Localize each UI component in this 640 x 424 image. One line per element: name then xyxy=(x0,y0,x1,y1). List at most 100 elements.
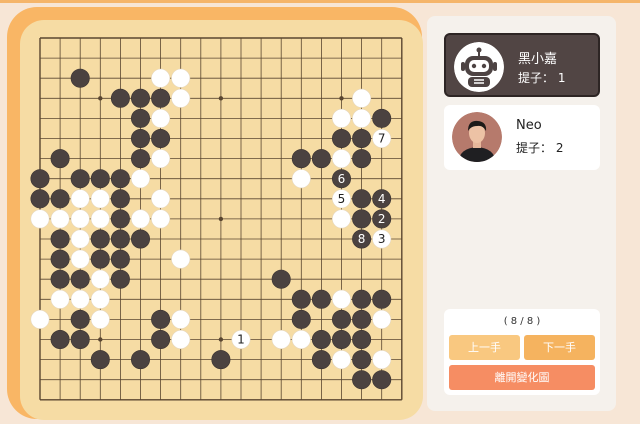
black-stone xyxy=(70,309,90,329)
black-stone xyxy=(211,350,231,370)
star-point xyxy=(339,96,344,101)
captures-white: 提子： 2 xyxy=(516,139,563,156)
black-stone xyxy=(291,289,311,309)
black-stone xyxy=(50,229,70,249)
white-stone xyxy=(131,169,151,189)
move-number-label: 1 xyxy=(237,333,245,347)
black-stone xyxy=(131,350,151,370)
move-number-label: 8 xyxy=(358,232,366,246)
black-stone xyxy=(50,269,70,289)
player-card-white: Neo 提子： 2 xyxy=(444,105,600,170)
black-stone xyxy=(131,88,151,108)
black-stone xyxy=(70,169,90,189)
go-board[interactable]: 7 6 5 4 283 1 xyxy=(20,20,423,420)
black-stone xyxy=(131,149,151,169)
star-point xyxy=(218,337,224,342)
black-stone xyxy=(352,309,372,329)
white-stone xyxy=(372,309,392,329)
black-stone xyxy=(151,329,171,349)
black-stone xyxy=(90,229,110,249)
white-stone xyxy=(90,289,110,309)
black-stone xyxy=(110,189,130,209)
black-stone xyxy=(110,269,130,289)
variation-controls: ( 8 / 8 ) 上一手 下一手 離開變化圖 xyxy=(444,309,600,395)
white-stone xyxy=(372,350,392,370)
captures-value-white: 2 xyxy=(555,141,564,155)
black-stone xyxy=(50,329,70,349)
white-stone xyxy=(70,289,90,309)
black-stone xyxy=(352,129,372,149)
white-stone xyxy=(291,169,311,189)
black-stone xyxy=(352,189,372,209)
white-stone xyxy=(90,309,110,329)
black-stone xyxy=(271,269,291,289)
black-stone xyxy=(70,269,90,289)
white-stone xyxy=(352,108,372,128)
black-stone xyxy=(352,209,372,229)
black-stone xyxy=(50,249,70,269)
white-stone xyxy=(30,209,50,229)
black-stone xyxy=(70,329,90,349)
black-stone xyxy=(311,149,331,169)
black-stone xyxy=(110,209,130,229)
black-stone xyxy=(110,229,130,249)
white-stone xyxy=(331,209,351,229)
white-stone xyxy=(171,329,191,349)
captures-label-white: 提子： xyxy=(516,141,553,155)
white-stone xyxy=(70,209,90,229)
white-stone xyxy=(90,189,110,209)
player-name-black: 黑小嘉 xyxy=(518,52,558,67)
black-stone xyxy=(331,129,351,149)
black-stone xyxy=(291,149,311,169)
black-stone xyxy=(311,329,331,349)
black-stone xyxy=(352,370,372,390)
white-stone xyxy=(50,209,70,229)
player-name-white: Neo xyxy=(516,118,542,133)
leave-variation-button[interactable]: 離開變化圖 xyxy=(449,365,595,390)
white-stone xyxy=(331,108,351,128)
white-stone xyxy=(331,149,351,169)
black-stone xyxy=(331,309,351,329)
white-stone xyxy=(50,289,70,309)
black-stone xyxy=(311,289,331,309)
white-stone xyxy=(291,329,311,349)
white-stone xyxy=(171,88,191,108)
black-stone xyxy=(110,88,130,108)
top-accent-bar xyxy=(0,0,640,3)
next-move-button[interactable]: 下一手 xyxy=(524,335,595,360)
black-stone xyxy=(90,169,110,189)
white-stone xyxy=(151,108,171,128)
move-number-label: 5 xyxy=(338,192,346,206)
move-number-label: 7 xyxy=(378,132,386,146)
black-stone xyxy=(90,249,110,269)
white-stone xyxy=(171,309,191,329)
black-stone xyxy=(372,370,392,390)
star-point xyxy=(218,216,224,222)
white-stone xyxy=(171,249,191,269)
white-stone xyxy=(331,289,351,309)
move-number-label: 3 xyxy=(378,232,386,246)
move-counter: ( 8 / 8 ) xyxy=(503,316,541,327)
white-stone xyxy=(70,229,90,249)
black-stone xyxy=(110,169,130,189)
board-frame: 7 6 5 4 283 1 xyxy=(7,7,423,420)
black-stone xyxy=(352,289,372,309)
board-svg[interactable]: 7 6 5 4 28 3 1 xyxy=(20,20,423,420)
white-stone xyxy=(131,209,151,229)
black-stone xyxy=(352,329,372,349)
black-stone xyxy=(352,350,372,370)
black-stone xyxy=(372,108,392,128)
black-stone xyxy=(70,68,90,88)
move-number-label: 6 xyxy=(338,172,346,186)
prev-move-button[interactable]: 上一手 xyxy=(449,335,520,360)
player-card-black: 黑小嘉 提子： 1 xyxy=(444,33,600,97)
captures-value-black: 1 xyxy=(557,71,566,85)
white-stone xyxy=(352,88,372,108)
white-stone xyxy=(151,189,171,209)
black-stone xyxy=(331,329,351,349)
white-stone xyxy=(271,329,291,349)
white-stone xyxy=(90,269,110,289)
white-stone xyxy=(151,149,171,169)
black-stone xyxy=(311,350,331,370)
black-stone xyxy=(110,249,130,269)
